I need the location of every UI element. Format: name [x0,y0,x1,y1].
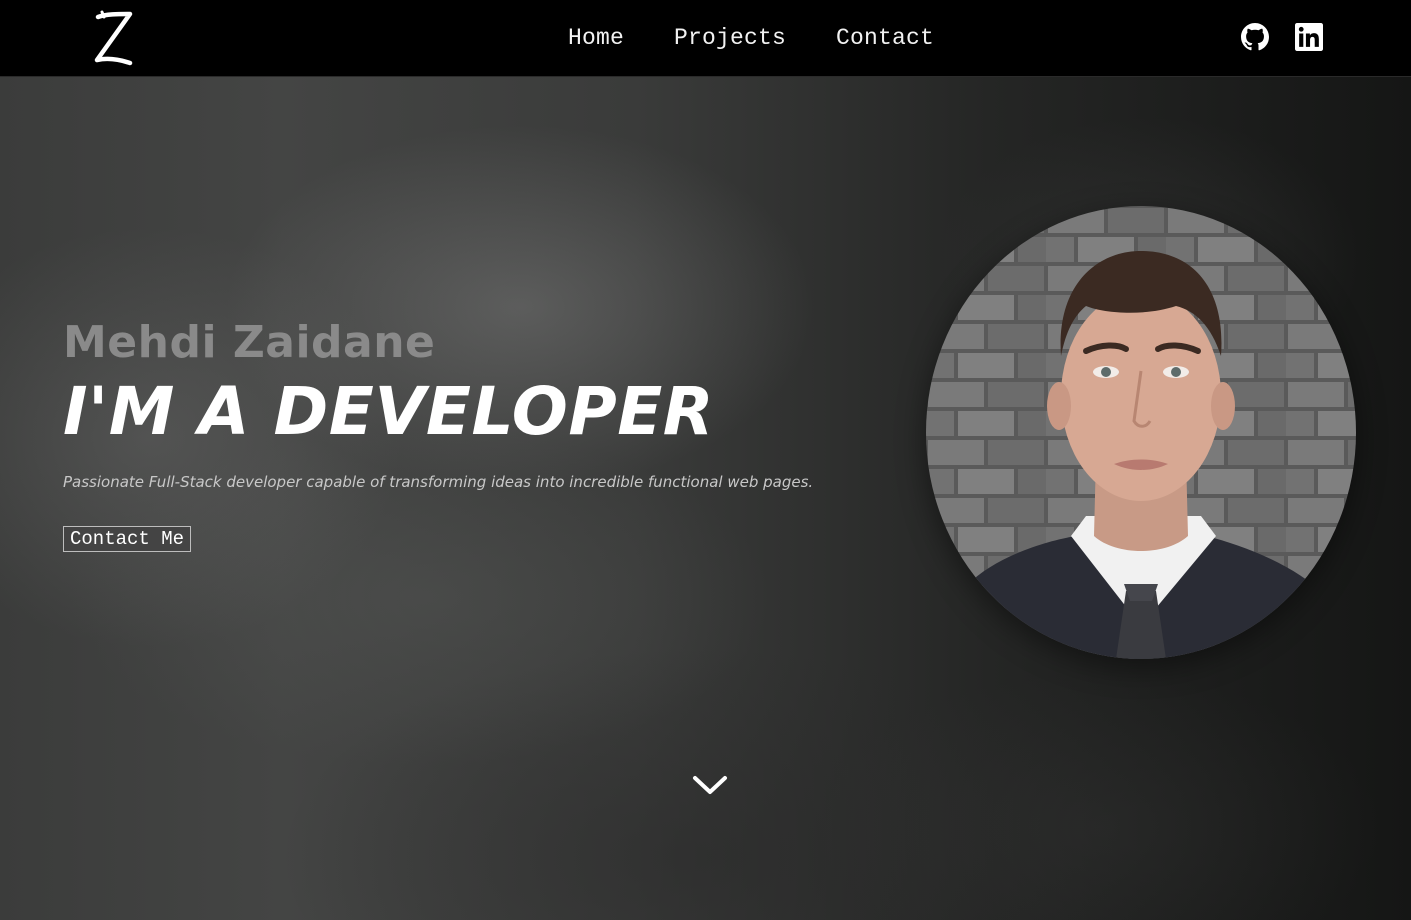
linkedin-icon[interactable] [1295,22,1323,52]
hero-name: Mehdi Zaidane [63,317,436,368]
github-icon[interactable] [1241,22,1269,52]
navbar: Home Projects Contact [0,0,1411,77]
chevron-down-icon[interactable] [690,770,730,800]
social-links [1241,22,1323,52]
hero-tagline: Passionate Full-Stack developer capable … [63,473,814,491]
contact-me-button[interactable]: Contact Me [63,526,192,552]
hero-section: Mehdi Zaidane I'M A DEVELOPER Passionate… [0,77,1411,920]
nav-link-contact[interactable]: Contact [824,25,946,51]
main-nav: Home Projects Contact [556,0,972,76]
z-logo-icon[interactable] [88,8,138,68]
profile-photo [926,206,1356,659]
hero-title: I'M A DEVELOPER [63,373,715,450]
nav-link-projects[interactable]: Projects [662,25,798,51]
nav-link-home[interactable]: Home [556,25,636,51]
